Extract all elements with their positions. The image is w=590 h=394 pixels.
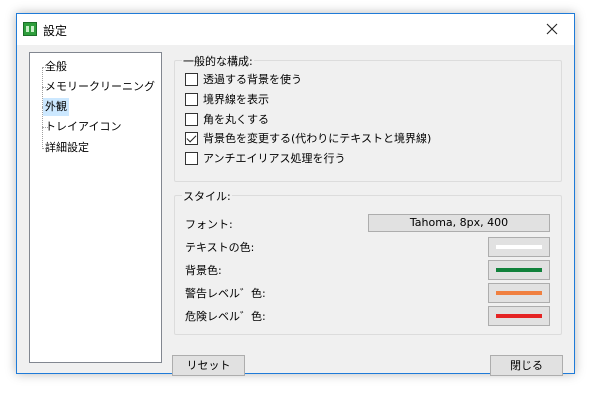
antialiasing-option[interactable]: アンチエイリアス処理を行う — [185, 150, 346, 166]
close-button[interactable]: 閉じる — [490, 355, 563, 376]
danger-color-swatch — [496, 314, 542, 318]
reset-button[interactable]: リセット — [172, 355, 245, 376]
danger-color-button[interactable] — [488, 306, 550, 326]
text-color-button[interactable] — [488, 237, 550, 257]
style-heading: スタイル: — [182, 188, 232, 204]
bg-color-label: 背景色: — [185, 264, 222, 277]
change-bg-color-checkbox[interactable] — [185, 131, 198, 145]
warning-color-button[interactable] — [488, 283, 550, 303]
option-label: アンチエイリアス処理を行う — [203, 152, 346, 165]
tree-item-tray-icon[interactable]: トレイアイコン — [43, 118, 123, 136]
tree-item-advanced[interactable]: 詳細設定 — [43, 139, 91, 157]
rounded-corners-checkbox[interactable] — [185, 112, 198, 126]
rounded-corners-option[interactable]: 角を丸くする — [185, 111, 269, 127]
transparent-bg-checkbox[interactable] — [185, 72, 198, 86]
category-tree[interactable]: 全般 メモリークリーニング 外観 トレイアイコン 詳細設定 — [29, 52, 162, 363]
option-label: 背景色を変更する(代わりにテキストと境界線) — [203, 132, 432, 145]
tree-item-general[interactable]: 全般 — [43, 58, 69, 76]
close-window-button[interactable] — [530, 14, 574, 44]
danger-color-label: 危険レベル゛色: — [185, 310, 266, 323]
bg-color-swatch — [496, 268, 542, 272]
text-color-label: テキストの色: — [185, 241, 255, 254]
general-config-heading: 一般的な構成: — [182, 53, 254, 69]
warning-color-swatch — [496, 291, 542, 295]
dialog-content: 全般 メモリークリーニング 外観 トレイアイコン 詳細設定 一般的な構成: 透過… — [17, 45, 574, 376]
option-label: 境界線を表示 — [203, 93, 269, 106]
general-config-group: 一般的な構成: 透過する背景を使う 境界線を表示 角を丸くする 背景色を変更する… — [174, 53, 562, 182]
transparent-bg-option[interactable]: 透過する背景を使う — [185, 71, 302, 87]
option-label: 角を丸くする — [203, 113, 269, 126]
app-icon — [23, 22, 37, 36]
tree-item-memory-cleaning[interactable]: メモリークリーニング — [43, 78, 157, 96]
close-icon — [546, 23, 558, 35]
title-bar: 設定 — [17, 14, 574, 45]
settings-window: 設定 全般 メモリークリーニング 外観 トレイアイコン 詳細設定 一般的な構成: — [16, 13, 575, 376]
font-label: フォント: — [185, 218, 233, 231]
text-color-swatch — [496, 245, 542, 249]
option-label: 透過する背景を使う — [203, 73, 302, 86]
show-border-checkbox[interactable] — [185, 92, 198, 106]
window-title: 設定 — [43, 24, 68, 38]
tree-item-appearance[interactable]: 外観 — [43, 98, 69, 116]
style-group: スタイル: フォント: Tahoma, 8px, 400 テキストの色: 背景色… — [174, 188, 562, 335]
change-bg-color-option[interactable]: 背景色を変更する(代わりにテキストと境界線) — [185, 130, 431, 146]
warning-color-label: 警告レベル゛色: — [185, 287, 266, 300]
bg-color-button[interactable] — [488, 260, 550, 280]
font-button[interactable]: Tahoma, 8px, 400 — [368, 214, 550, 232]
show-border-option[interactable]: 境界線を表示 — [185, 91, 269, 107]
antialiasing-checkbox[interactable] — [185, 151, 198, 165]
